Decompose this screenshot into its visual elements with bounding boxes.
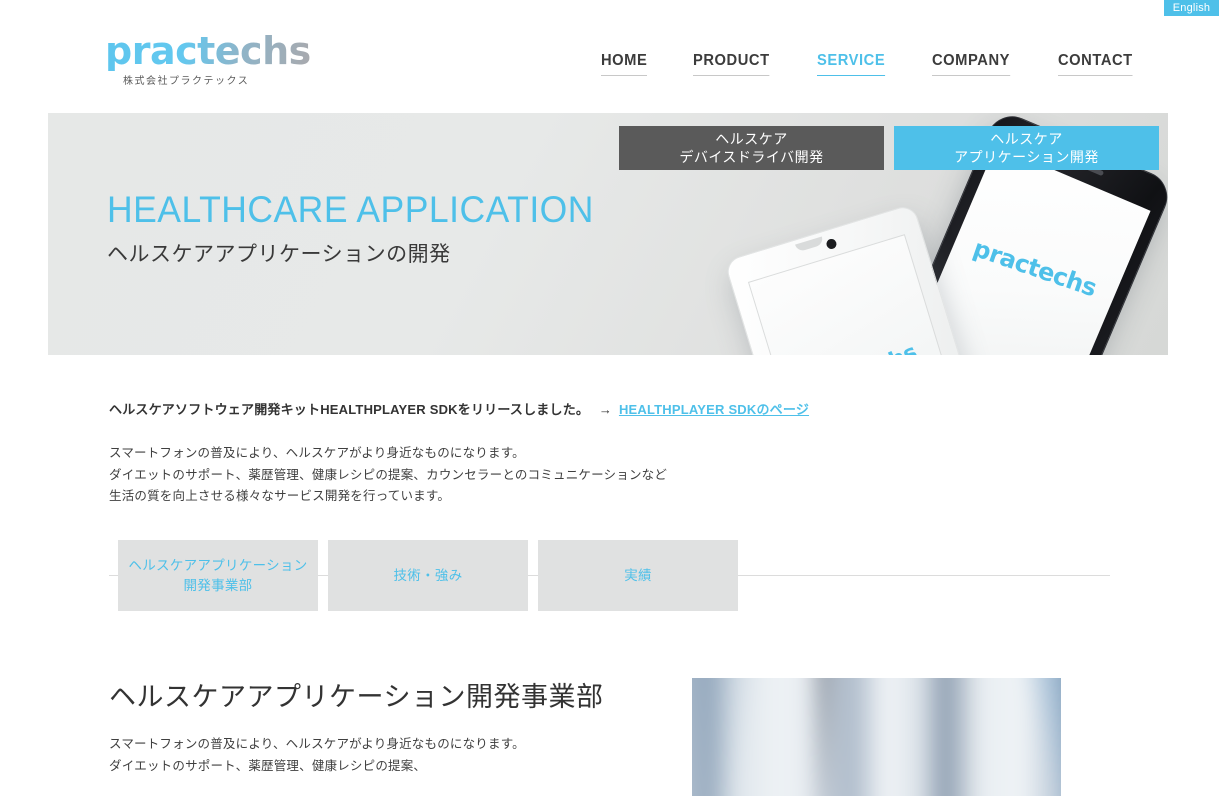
sub-tab-track-record-label: 実績 (624, 567, 652, 583)
white-phone-screen (747, 234, 973, 355)
sdk-release-notice: ヘルスケアソフトウェア開発キットHEALTHPLAYER SDKをリリースしまし… (109, 399, 809, 418)
hero-banner: HEALTHCARE APPLICATION ヘルスケアアプリケーションの開発 … (48, 113, 1168, 355)
hero-tab-device-driver-line1: ヘルスケア (715, 131, 788, 147)
division-section-body: スマートフォンの普及により、ヘルスケアがより身近なものになります。 ダイエットの… (109, 734, 525, 777)
hero-tab-application-line1: ヘルスケア (990, 131, 1063, 147)
division-section-title: ヘルスケアアプリケーション開発事業部 (109, 682, 604, 712)
nav-item-company[interactable]: COMPANY (931, 52, 1010, 76)
site-logo[interactable]: practechs 株式会社プラクテックス (105, 31, 311, 87)
nav-item-contact[interactable]: CONTACT (1057, 52, 1133, 76)
sub-tab-application-division-line1: ヘルスケアアプリケーション (128, 557, 308, 573)
hero-title-japanese: ヘルスケアアプリケーションの開発 (107, 243, 451, 266)
nav-item-product[interactable]: PRODUCT (692, 52, 770, 76)
hero-tab-device-driver-line2: デバイスドライバ開発 (679, 149, 824, 165)
white-phone-brand-text: practechs (768, 324, 957, 355)
white-smartphone-image: practechs (723, 203, 1011, 355)
intro-paragraph-line-3: 生活の質を向上させる様々なサービス開発を行っています。 (109, 489, 451, 504)
sdk-release-text: ヘルスケアソフトウェア開発キットHEALTHPLAYER SDKをリリースしまし… (109, 402, 590, 417)
intro-paragraph-line-2: ダイエットのサポート、薬歴管理、健康レシピの提案、カウンセラーとのコミュニケーシ… (109, 467, 668, 482)
hero-tab-application[interactable]: ヘルスケア アプリケーション開発 (894, 126, 1159, 170)
language-switch-english[interactable]: English (1164, 0, 1219, 16)
black-phone-brand-text: practechs (969, 234, 1101, 303)
intro-paragraph-line-1: スマートフォンの普及により、ヘルスケアがより身近なものになります。 (109, 446, 525, 460)
logo-wordmark: practechs (105, 29, 311, 73)
hero-title-english: HEALTHCARE APPLICATION (107, 189, 594, 230)
logo-subtitle: 株式会社プラクテックス (123, 76, 250, 87)
division-section-line-2: ダイエットのサポート、薬歴管理、健康レシピの提案、 (109, 758, 427, 773)
nav-item-service[interactable]: SERVICE (816, 52, 886, 76)
black-phone-screen (912, 145, 1151, 355)
nav-item-home[interactable]: HOME (601, 52, 648, 76)
hero-tab-application-line2: アプリケーション開発 (954, 149, 1099, 165)
sub-tab-technology-strengths-label: 技術・強み (393, 567, 463, 583)
hero-tab-device-driver[interactable]: ヘルスケア デバイスドライバ開発 (619, 126, 884, 170)
page-root: English practechs 株式会社プラクテックス HOME PRODU… (0, 0, 1219, 811)
site-header: practechs 株式会社プラクテックス HOME PRODUCT SERVI… (0, 16, 1219, 113)
sdk-page-link[interactable]: HEALTHPLAYER SDKのページ (619, 402, 809, 417)
main-navigation: HOME PRODUCT SERVICE COMPANY CONTACT (601, 52, 1139, 76)
sub-tab-technology-strengths[interactable]: 技術・強み (328, 540, 528, 611)
sub-tab-group: ヘルスケアアプリケーション 開発事業部 技術・強み 実績 (118, 540, 738, 611)
intro-paragraph: スマートフォンの普及により、ヘルスケアがより身近なものになります。 ダイエットの… (109, 443, 667, 508)
sub-tab-track-record[interactable]: 実績 (538, 540, 738, 611)
white-phone-notch (795, 236, 825, 253)
doctor-photo (692, 678, 1061, 796)
division-section-line-1: スマートフォンの普及により、ヘルスケアがより身近なものになります。 (109, 737, 525, 751)
sub-tab-application-division[interactable]: ヘルスケアアプリケーション 開発事業部 (118, 540, 318, 611)
sub-tab-application-division-line2: 開発事業部 (183, 577, 253, 593)
arrow-right-icon: → (598, 402, 613, 417)
hero-service-tabs: ヘルスケア デバイスドライバ開発 ヘルスケア アプリケーション開発 (619, 126, 1159, 170)
doctor-photo-art (692, 678, 1061, 796)
white-phone-camera-icon (825, 237, 838, 251)
